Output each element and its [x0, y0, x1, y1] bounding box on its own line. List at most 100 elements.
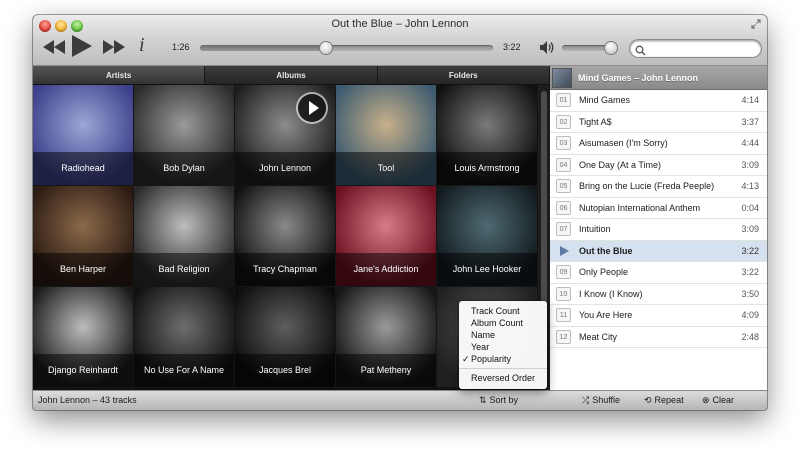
clear-button[interactable]: ⊗ Clear — [702, 391, 734, 410]
track-duration: 4:13 — [741, 181, 759, 191]
track-row[interactable]: 03 Aisumasen (I'm Sorry) 4:44 — [550, 133, 767, 155]
sort-menu-item-name[interactable]: Name — [459, 329, 547, 341]
track-row[interactable]: 09 Only People 3:22 — [550, 262, 767, 284]
track-row[interactable]: Out the Blue 3:22 — [550, 240, 767, 262]
now-playing-icon — [560, 245, 569, 256]
window-title: Out the Blue – John Lennon — [331, 18, 469, 30]
sort-menu-item-reversed-order[interactable]: Reversed Order — [459, 372, 547, 384]
artist-name: Tracy Chapman — [235, 253, 335, 286]
track-title: Aisumasen (I'm Sorry) — [579, 138, 668, 148]
sort-menu-item-album-count[interactable]: Album Count — [459, 317, 547, 329]
track-list: 01 Mind Games 4:14 02 Tight A$ 3:37 03 Aisumase… — [550, 90, 767, 390]
track-duration: 3:22 — [741, 267, 759, 277]
artist-tile[interactable]: Jane's Addiction — [336, 186, 437, 287]
track-title: Mind Games — [579, 95, 631, 105]
artist-name: No Use For A Name — [134, 354, 234, 387]
artist-name: Louis Armstrong — [437, 152, 537, 185]
artist-tile[interactable]: Pat Metheny — [336, 287, 437, 388]
track-row[interactable]: 07 Intuition 3:09 — [550, 219, 767, 241]
speaker-icon — [540, 41, 554, 54]
sort-menu-item-popularity[interactable]: ✓ Popularity — [459, 353, 547, 365]
artist-tile[interactable]: Tool — [336, 85, 437, 186]
tab-artists[interactable]: Artists — [33, 66, 206, 84]
info-icon[interactable]: i — [139, 35, 149, 55]
track-title: You Are Here — [579, 310, 633, 320]
play-overlay-icon[interactable] — [298, 94, 326, 122]
sort-menu-item-label: Album Count — [471, 318, 524, 328]
check-icon: ✓ — [462, 354, 470, 364]
track-row[interactable]: 10 I Know (I Know) 3:50 — [550, 284, 767, 305]
track-number: 07 — [556, 222, 571, 236]
artist-name: John Lee Hooker — [437, 253, 537, 286]
sort-menu-item-year[interactable]: Year — [459, 341, 547, 353]
album-art-thumbnail — [552, 68, 572, 88]
previous-track-icon[interactable] — [43, 40, 65, 54]
menu-separator — [459, 368, 547, 369]
artist-tile[interactable]: Jacques Brel — [235, 287, 336, 388]
next-track-icon[interactable] — [103, 40, 125, 54]
artist-tile[interactable]: Bad Religion — [134, 186, 235, 287]
track-progress-slider[interactable] — [200, 42, 493, 54]
tab-folders[interactable]: Folders — [378, 66, 550, 84]
track-title: Tight A$ — [579, 116, 612, 127]
sort-menu-item-label: Popularity — [471, 354, 512, 364]
track-number: 02 — [556, 114, 571, 129]
track-title: Bring on the Lucie (Freda Peeple) — [579, 181, 715, 191]
track-row[interactable]: 04 One Day (At a Time) 3:09 — [550, 155, 767, 176]
sort-by-label: Sort by — [489, 395, 519, 405]
sort-menu: Track Count Album Count Name Year ✓ Popul… — [459, 301, 547, 389]
track-title: Intuition — [579, 224, 611, 234]
artist-name: Bob Dylan — [134, 152, 234, 185]
artist-name: John Lennon — [235, 152, 335, 185]
artist-tile[interactable]: John Lee Hooker — [437, 186, 538, 287]
track-row[interactable]: 06 Nutopian International Anthem 0:04 — [550, 198, 767, 219]
artist-tile[interactable]: Louis Armstrong — [437, 85, 538, 186]
track-duration: 4:09 — [741, 310, 759, 320]
library-tabs: Artists Albums Folders — [33, 66, 550, 85]
track-title: Meat City — [579, 331, 618, 342]
volume-slider[interactable] — [562, 42, 617, 54]
track-progress-knob[interactable] — [319, 42, 332, 54]
volume-knob[interactable] — [604, 42, 617, 54]
play-icon[interactable] — [72, 35, 92, 57]
clear-icon: ⊗ — [702, 395, 710, 405]
search-field[interactable] — [630, 40, 761, 57]
title-toolbar: Out the Blue – John Lennon i 1:26 3:22 — [33, 15, 767, 66]
artist-tile[interactable]: No Use For A Name — [134, 287, 235, 388]
sort-menu-item-label: Year — [471, 342, 490, 352]
artist-tile[interactable]: Bob Dylan — [134, 85, 235, 186]
track-duration: 0:04 — [741, 202, 759, 213]
artist-name: Jane's Addiction — [336, 253, 436, 286]
search-input[interactable] — [648, 41, 754, 56]
track-number: 11 — [556, 308, 571, 322]
sort-by-button[interactable]: ⇅ Sort by — [479, 391, 518, 410]
fullscreen-icon[interactable] — [751, 19, 761, 29]
search-icon — [635, 43, 646, 56]
track-row[interactable]: 05 Bring on the Lucie (Freda Peeple) 4:13 — [550, 176, 767, 198]
track-row[interactable]: 02 Tight A$ 3:37 — [550, 112, 767, 133]
artist-tile[interactable]: Django Reinhardt — [33, 287, 134, 388]
track-number: 10 — [556, 286, 571, 301]
artist-tile[interactable]: Ben Harper — [33, 186, 134, 287]
artist-tile[interactable]: Radiohead — [33, 85, 134, 186]
status-bar: John Lennon – 43 tracks ⇅ Sort by ⤮ Shuffl… — [33, 390, 767, 410]
track-row[interactable]: 12 Meat City 2:48 — [550, 327, 767, 348]
track-duration: 3:50 — [741, 288, 759, 299]
sort-menu-item-track-count[interactable]: Track Count — [459, 305, 547, 317]
artist-tile[interactable]: Tracy Chapman — [235, 186, 336, 287]
shuffle-button[interactable]: ⤮ Shuffle — [582, 391, 620, 410]
track-row[interactable]: 11 You Are Here 4:09 — [550, 305, 767, 327]
clear-label: Clear — [712, 395, 735, 405]
sort-menu-item-label: Name — [471, 330, 496, 340]
tab-albums[interactable]: Albums — [205, 66, 378, 84]
shuffle-label: Shuffle — [592, 395, 621, 405]
grid-scrollbar-thumb[interactable] — [541, 91, 547, 306]
track-title: One Day (At a Time) — [579, 159, 662, 170]
repeat-button[interactable]: ⟲ Repeat — [644, 391, 684, 410]
artist-name: Bad Religion — [134, 253, 234, 286]
artist-name: Tool — [336, 152, 436, 185]
artist-tile[interactable]: John Lennon — [235, 85, 336, 186]
track-duration: 4:44 — [741, 138, 759, 148]
track-row[interactable]: 01 Mind Games 4:14 — [550, 90, 767, 112]
sort-icon: ⇅ — [479, 395, 487, 405]
